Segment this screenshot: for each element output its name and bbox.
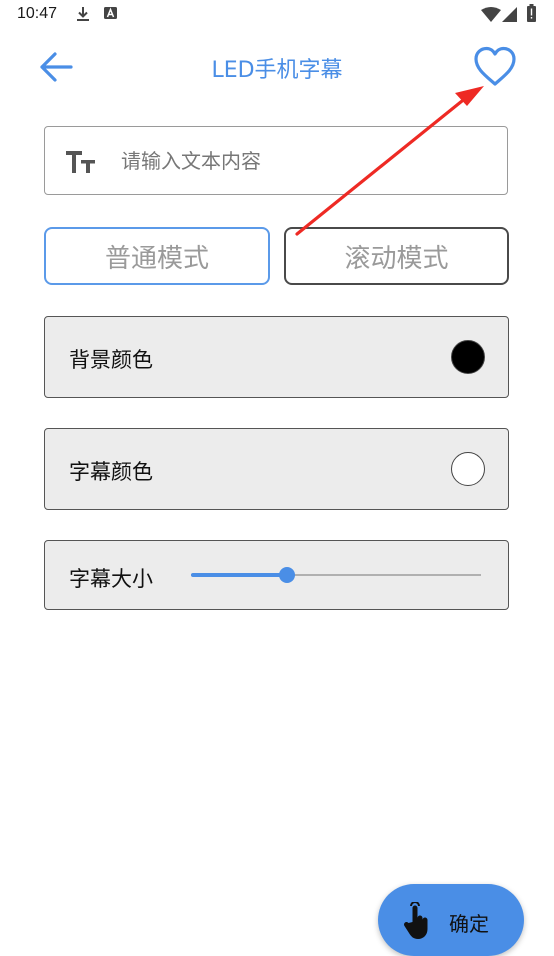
heart-outline-icon (474, 46, 516, 86)
confirm-button[interactable]: 确定 (378, 884, 524, 956)
text-size-icon (66, 151, 95, 173)
status-bar: 10:47 (0, 0, 554, 30)
confirm-label: 确定 (449, 912, 489, 936)
download-icon (77, 7, 89, 21)
text-color-card[interactable]: 字幕颜色 (44, 428, 509, 510)
battery-icon (527, 4, 536, 22)
page-title: LED手机字幕 (211, 58, 343, 83)
text-content-input[interactable] (121, 139, 491, 183)
slider-fill (191, 573, 287, 577)
text-color-label: 字幕颜色 (69, 460, 153, 484)
wifi-icon (481, 7, 501, 22)
status-time: 10:47 (17, 5, 58, 22)
signal-icon (502, 7, 517, 22)
text-size-slider[interactable] (191, 565, 481, 585)
background-color-swatch[interactable] (451, 340, 485, 374)
slider-thumb[interactable] (278, 567, 295, 583)
text-size-label: 字幕大小 (69, 567, 153, 591)
favorite-button[interactable] (472, 45, 518, 89)
touch-hand-icon (404, 902, 428, 939)
top-app-bar: LED手机字幕 (0, 40, 554, 94)
text-color-swatch[interactable] (451, 452, 485, 486)
a-badge-icon (104, 7, 117, 19)
background-color-label: 背景颜色 (69, 348, 153, 372)
background-color-card[interactable]: 背景颜色 (44, 316, 509, 398)
text-input-container (44, 126, 508, 195)
text-size-card: 字幕大小 (44, 540, 509, 610)
scroll-mode-button[interactable]: 滚动模式 (284, 227, 509, 285)
normal-mode-button[interactable]: 普通模式 (44, 227, 270, 285)
